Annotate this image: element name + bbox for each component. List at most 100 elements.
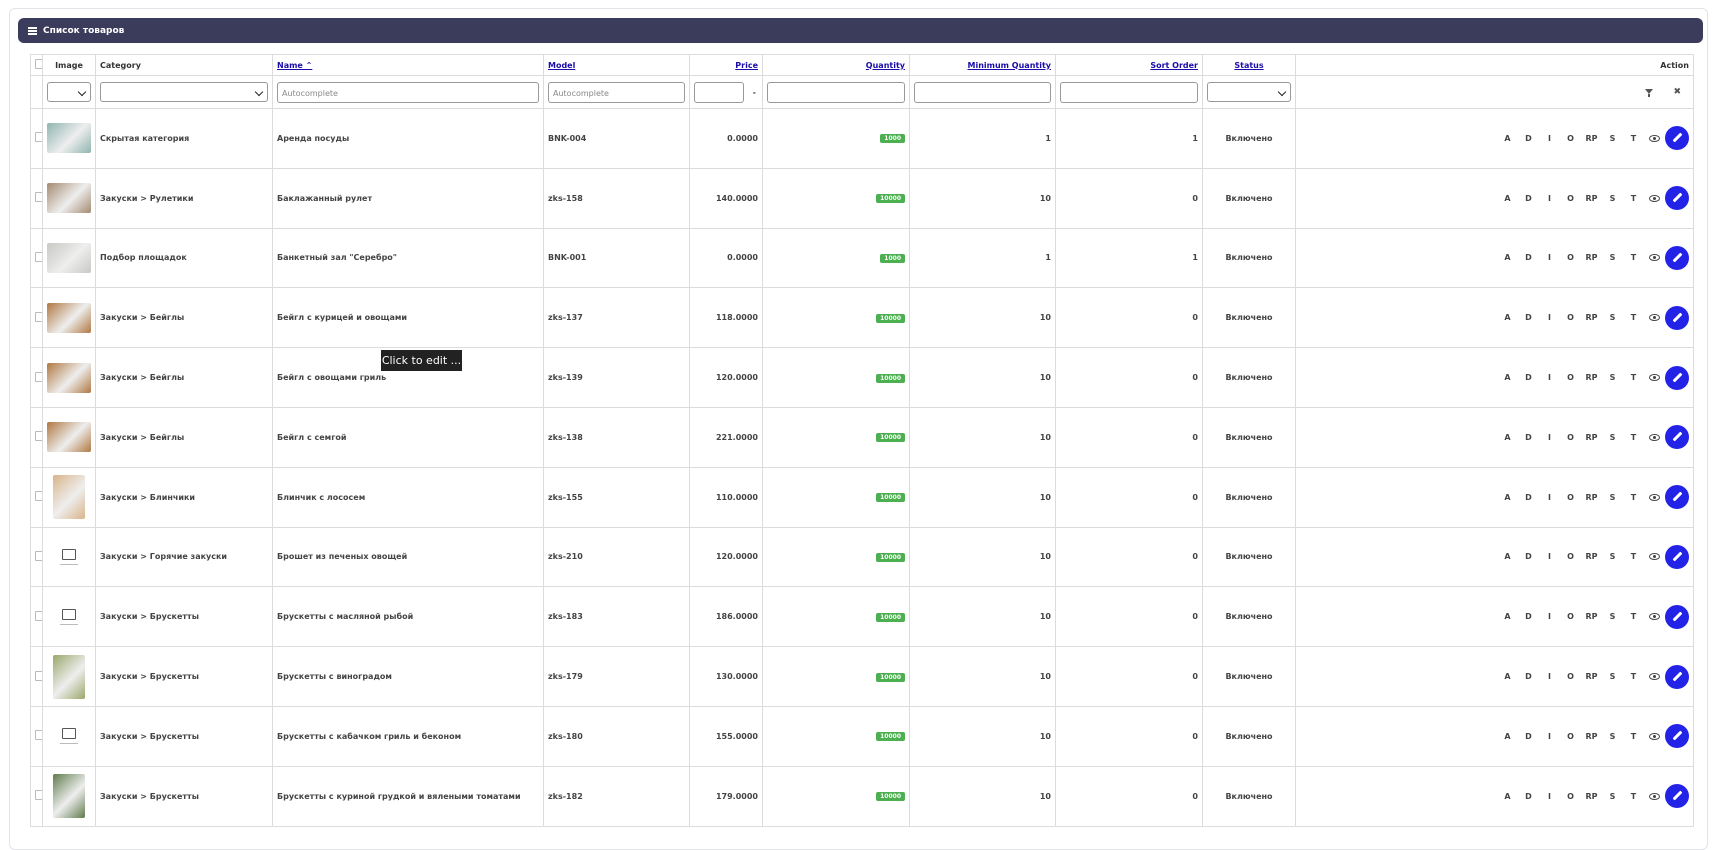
- model-cell[interactable]: zks-155: [543, 466, 690, 528]
- model-cell[interactable]: BNK-001: [543, 227, 690, 289]
- name-cell[interactable]: Аренда посуды: [272, 108, 544, 169]
- minimum-quantity-cell[interactable]: 10: [909, 347, 1056, 408]
- row-checkbox[interactable]: [35, 311, 42, 322]
- edit-button[interactable]: [1665, 365, 1689, 390]
- eye-icon[interactable]: [1649, 613, 1660, 621]
- category-cell[interactable]: Закуски > Бейглы: [95, 287, 273, 349]
- name-cell[interactable]: Банкетный зал "Серебро": [272, 227, 544, 289]
- action-link-t[interactable]: T: [1623, 612, 1644, 621]
- action-link-i[interactable]: I: [1539, 552, 1560, 561]
- action-link-i[interactable]: I: [1539, 253, 1560, 262]
- model-cell[interactable]: zks-182: [543, 765, 690, 827]
- action-link-s[interactable]: S: [1602, 373, 1623, 382]
- model-cell[interactable]: zks-210: [543, 526, 690, 588]
- edit-button[interactable]: [1665, 784, 1689, 809]
- eye-icon[interactable]: [1649, 792, 1660, 800]
- image-filter-select[interactable]: [47, 82, 91, 102]
- sort-by-status-link[interactable]: Status: [1234, 61, 1263, 70]
- action-link-d[interactable]: D: [1518, 493, 1539, 502]
- action-link-i[interactable]: I: [1539, 672, 1560, 681]
- action-link-t[interactable]: T: [1623, 313, 1644, 322]
- price-cell[interactable]: 120.0000: [689, 526, 763, 588]
- action-link-o[interactable]: O: [1560, 194, 1581, 203]
- action-link-o[interactable]: O: [1560, 373, 1581, 382]
- status-cell[interactable]: Включено: [1202, 287, 1296, 349]
- action-link-d[interactable]: D: [1518, 313, 1539, 322]
- action-link-rp[interactable]: RP: [1581, 194, 1602, 203]
- name-cell[interactable]: Блинчик с лососем: [272, 466, 544, 528]
- status-filter-select[interactable]: [1207, 82, 1291, 102]
- sort-order-cell[interactable]: 0: [1055, 287, 1203, 349]
- sort-order-cell[interactable]: 1: [1055, 108, 1203, 169]
- edit-button[interactable]: [1665, 305, 1689, 330]
- action-link-d[interactable]: D: [1518, 672, 1539, 681]
- model-cell[interactable]: BNK-004: [543, 108, 690, 169]
- price-cell[interactable]: 155.0000: [689, 705, 763, 767]
- quantity-cell[interactable]: 10000: [762, 167, 910, 229]
- price-cell[interactable]: 140.0000: [689, 167, 763, 229]
- quantity-cell[interactable]: 10000: [762, 466, 910, 528]
- sort-order-cell[interactable]: 0: [1055, 705, 1203, 767]
- edit-button[interactable]: [1665, 724, 1689, 749]
- price-cell[interactable]: 110.0000: [689, 466, 763, 528]
- sort-by-quantity-link[interactable]: Quantity: [866, 61, 905, 70]
- status-cell[interactable]: Включено: [1202, 646, 1296, 707]
- minimum-quantity-cell[interactable]: 10: [909, 705, 1056, 767]
- action-link-a[interactable]: A: [1497, 732, 1518, 741]
- action-link-a[interactable]: A: [1497, 612, 1518, 621]
- action-link-d[interactable]: D: [1518, 433, 1539, 442]
- category-cell[interactable]: Закуски > Брускетты: [95, 586, 273, 648]
- sort-order-cell[interactable]: 0: [1055, 646, 1203, 707]
- action-link-s[interactable]: S: [1602, 672, 1623, 681]
- price-cell[interactable]: 221.0000: [689, 406, 763, 468]
- edit-button[interactable]: [1665, 186, 1689, 211]
- sort-order-cell[interactable]: 1: [1055, 227, 1203, 289]
- action-link-i[interactable]: I: [1539, 732, 1560, 741]
- name-cell[interactable]: Брускетты с куриной грудкой и вялеными т…: [272, 765, 544, 827]
- action-link-a[interactable]: A: [1497, 194, 1518, 203]
- name-cell[interactable]: Брускетты с виноградом: [272, 646, 544, 707]
- edit-button[interactable]: [1665, 664, 1689, 689]
- category-cell[interactable]: Подбор площадок: [95, 227, 273, 289]
- row-checkbox[interactable]: [35, 132, 42, 143]
- quantity-cell[interactable]: 10000: [762, 406, 910, 468]
- status-cell[interactable]: Включено: [1202, 705, 1296, 767]
- action-link-rp[interactable]: RP: [1581, 433, 1602, 442]
- action-link-s[interactable]: S: [1602, 552, 1623, 561]
- eye-icon[interactable]: [1649, 314, 1660, 322]
- quantity-cell[interactable]: 10000: [762, 646, 910, 707]
- edit-button[interactable]: [1665, 604, 1689, 629]
- edit-button[interactable]: [1665, 126, 1689, 151]
- minimum-quantity-cell[interactable]: 10: [909, 287, 1056, 349]
- price-cell[interactable]: 120.0000: [689, 347, 763, 408]
- action-link-s[interactable]: S: [1602, 433, 1623, 442]
- sort-by-minimum-quantity-link[interactable]: Minimum Quantity: [968, 61, 1052, 70]
- minimum-quantity-cell[interactable]: 10: [909, 646, 1056, 707]
- action-link-s[interactable]: S: [1602, 313, 1623, 322]
- eye-icon[interactable]: [1649, 194, 1660, 202]
- row-checkbox[interactable]: [35, 610, 42, 621]
- price-cell[interactable]: 118.0000: [689, 287, 763, 349]
- sort-order-cell[interactable]: 0: [1055, 167, 1203, 229]
- sort-order-cell[interactable]: 0: [1055, 347, 1203, 408]
- minimum-quantity-cell[interactable]: 10: [909, 406, 1056, 468]
- status-cell[interactable]: Включено: [1202, 466, 1296, 528]
- quantity-cell[interactable]: 10000: [762, 287, 910, 349]
- status-cell[interactable]: Включено: [1202, 227, 1296, 289]
- action-link-a[interactable]: A: [1497, 493, 1518, 502]
- action-link-o[interactable]: O: [1560, 433, 1581, 442]
- minimum-quantity-cell[interactable]: 10: [909, 586, 1056, 648]
- status-cell[interactable]: Включено: [1202, 347, 1296, 408]
- action-link-o[interactable]: O: [1560, 792, 1581, 801]
- action-link-o[interactable]: O: [1560, 672, 1581, 681]
- status-cell[interactable]: Включено: [1202, 586, 1296, 648]
- name-cell[interactable]: Брускетты с кабачком гриль и беконом: [272, 705, 544, 767]
- sort-order-cell[interactable]: 0: [1055, 765, 1203, 827]
- action-link-a[interactable]: A: [1497, 253, 1518, 262]
- action-link-rp[interactable]: RP: [1581, 134, 1602, 143]
- action-link-i[interactable]: I: [1539, 373, 1560, 382]
- status-cell[interactable]: Включено: [1202, 167, 1296, 229]
- eye-icon[interactable]: [1649, 673, 1660, 681]
- action-link-t[interactable]: T: [1623, 373, 1644, 382]
- row-checkbox[interactable]: [35, 670, 42, 681]
